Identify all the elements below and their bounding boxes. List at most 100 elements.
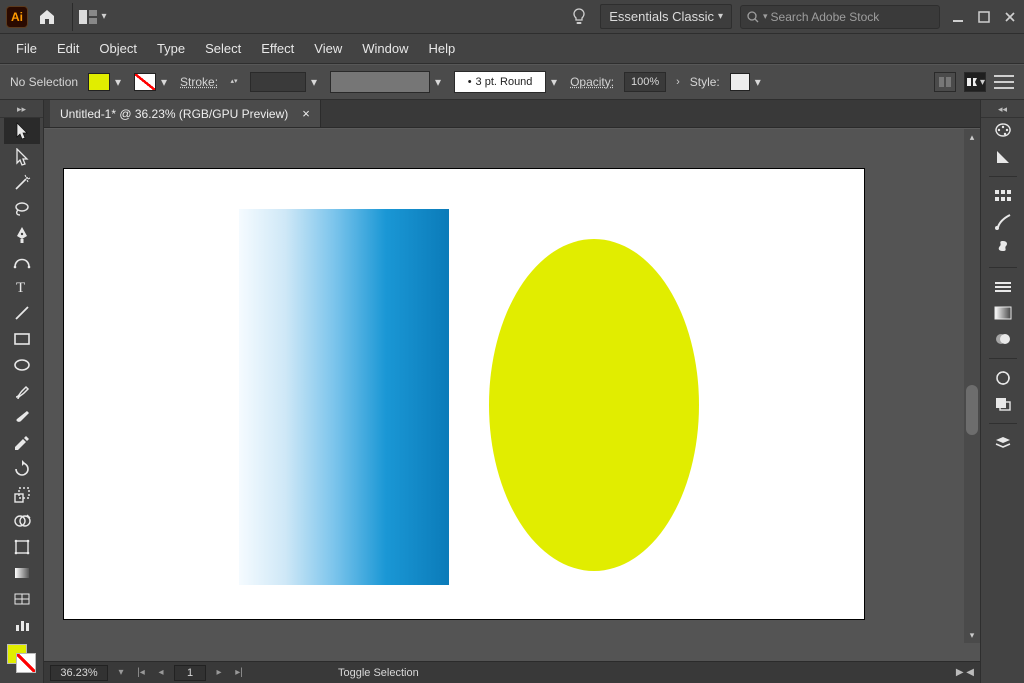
status-bar: 36.23% ▾ |◂ ◂ 1 ▸ ▸| Toggle Selection ▶ … bbox=[44, 661, 980, 683]
stroke-weight-stepper[interactable]: ▴▾ bbox=[228, 73, 240, 91]
blob-brush-tool[interactable] bbox=[4, 404, 40, 430]
scroll-thumb[interactable] bbox=[966, 385, 978, 435]
column-graph-tool[interactable] bbox=[4, 612, 40, 638]
menu-window[interactable]: Window bbox=[352, 37, 418, 60]
chevron-down-icon: ▾ bbox=[308, 75, 320, 89]
transparency-panel-button[interactable] bbox=[988, 326, 1018, 352]
brushes-panel-button[interactable] bbox=[988, 209, 1018, 235]
pen-tool[interactable] bbox=[4, 222, 40, 248]
opacity-label[interactable]: Opacity: bbox=[570, 75, 614, 89]
next-artboard-button[interactable]: ▸ bbox=[212, 667, 226, 678]
ellipse-tool[interactable] bbox=[4, 352, 40, 378]
appearance-panel-button[interactable] bbox=[988, 365, 1018, 391]
lasso-tool[interactable] bbox=[4, 196, 40, 222]
scroll-down-icon[interactable]: ▾ bbox=[964, 627, 980, 643]
fill-swatch[interactable]: ▾ bbox=[88, 73, 124, 91]
menu-help[interactable]: Help bbox=[418, 37, 465, 60]
chevron-down-icon: ▾ bbox=[101, 11, 106, 22]
menu-effect[interactable]: Effect bbox=[251, 37, 304, 60]
menu-type[interactable]: Type bbox=[147, 37, 195, 60]
artboard-number[interactable]: 1 bbox=[174, 665, 206, 681]
workspace-label: Essentials Classic bbox=[609, 9, 714, 24]
prev-artboard-button[interactable]: ◂ bbox=[154, 667, 168, 678]
fill-stroke-indicator[interactable] bbox=[4, 642, 40, 676]
curvature-tool[interactable] bbox=[4, 248, 40, 274]
menu-select[interactable]: Select bbox=[195, 37, 251, 60]
search-input[interactable]: ▾ Search Adobe Stock bbox=[740, 5, 940, 29]
chevron-down-icon: ▾ bbox=[548, 75, 560, 89]
type-tool[interactable]: T bbox=[4, 274, 40, 300]
horizontal-scroll-arrows[interactable]: ▶ ◀ bbox=[956, 667, 974, 678]
canvas[interactable]: ▴ ▾ bbox=[44, 128, 980, 661]
stroke-panel-button[interactable] bbox=[988, 274, 1018, 300]
opacity-value[interactable]: 100% bbox=[624, 72, 666, 92]
close-tab-button[interactable]: × bbox=[302, 106, 310, 121]
paintbrush-tool[interactable] bbox=[4, 378, 40, 404]
preferences-button[interactable]: ▾ bbox=[964, 72, 986, 92]
scale-tool[interactable] bbox=[4, 482, 40, 508]
rectangle-tool[interactable] bbox=[4, 326, 40, 352]
discover-button[interactable] bbox=[568, 6, 590, 28]
shape-builder-tool[interactable] bbox=[4, 508, 40, 534]
gradient-panel-button[interactable] bbox=[988, 300, 1018, 326]
stroke-swatch[interactable]: ▾ bbox=[134, 73, 170, 91]
selection-indicator: No Selection bbox=[10, 75, 78, 89]
color-panel-button[interactable] bbox=[988, 118, 1018, 144]
menu-view[interactable]: View bbox=[304, 37, 352, 60]
document-setup-button[interactable] bbox=[934, 72, 956, 92]
menu-edit[interactable]: Edit bbox=[47, 37, 89, 60]
arrange-documents-button[interactable]: ▾ bbox=[79, 6, 107, 28]
divider bbox=[72, 3, 73, 31]
document-tab[interactable]: Untitled-1* @ 36.23% (RGB/GPU Preview) × bbox=[50, 100, 321, 127]
style-swatch-icon bbox=[730, 73, 750, 91]
search-placeholder: Search Adobe Stock bbox=[771, 10, 880, 24]
rotate-tool[interactable] bbox=[4, 456, 40, 482]
scroll-up-icon[interactable]: ▴ bbox=[964, 129, 980, 145]
document-tab-title: Untitled-1* @ 36.23% (RGB/GPU Preview) bbox=[60, 107, 288, 121]
graphic-styles-panel-button[interactable] bbox=[988, 391, 1018, 417]
selection-tool[interactable] bbox=[4, 118, 40, 144]
vertical-scrollbar[interactable]: ▴ ▾ bbox=[964, 129, 980, 643]
ellipse-shape[interactable] bbox=[489, 239, 699, 571]
chevron-down-icon[interactable]: ▾ bbox=[114, 667, 128, 678]
artboard bbox=[64, 169, 864, 619]
panels-expand-button[interactable]: ◂◂ bbox=[981, 102, 1024, 118]
menu-bar: File Edit Object Type Select Effect View… bbox=[0, 34, 1024, 64]
style-label[interactable]: Style: bbox=[690, 75, 720, 89]
direct-selection-tool[interactable] bbox=[4, 144, 40, 170]
graphic-style[interactable]: ▾ bbox=[730, 73, 764, 91]
swatches-panel-button[interactable] bbox=[988, 183, 1018, 209]
opacity-more-icon[interactable]: › bbox=[676, 76, 680, 88]
magic-wand-tool[interactable] bbox=[4, 170, 40, 196]
right-panel-dock: ◂◂ bbox=[980, 100, 1024, 683]
layers-panel-button[interactable] bbox=[988, 430, 1018, 456]
line-segment-tool[interactable] bbox=[4, 300, 40, 326]
first-artboard-button[interactable]: |◂ bbox=[134, 667, 148, 678]
minimize-button[interactable] bbox=[950, 9, 966, 25]
color-guide-panel-button[interactable] bbox=[988, 144, 1018, 170]
tools-expand-button[interactable]: ▸▸ bbox=[0, 102, 43, 118]
zoom-level[interactable]: 36.23% bbox=[50, 665, 108, 681]
mesh-tool[interactable] bbox=[4, 586, 40, 612]
workspace-switcher[interactable]: Essentials Classic ▾ bbox=[600, 4, 732, 29]
variable-width-profile[interactable]: ▾ bbox=[330, 71, 444, 93]
control-bar-menu-icon[interactable] bbox=[994, 75, 1014, 89]
svg-text:T: T bbox=[16, 280, 25, 295]
gradient-tool[interactable] bbox=[4, 560, 40, 586]
fill-color-icon bbox=[88, 73, 110, 91]
close-button[interactable] bbox=[1002, 9, 1018, 25]
menu-object[interactable]: Object bbox=[89, 37, 147, 60]
control-bar: No Selection ▾ ▾ Stroke: ▴▾ ▾ ▾ •3 pt. R… bbox=[0, 64, 1024, 100]
eyedropper-tool[interactable] bbox=[4, 430, 40, 456]
free-transform-tool[interactable] bbox=[4, 534, 40, 560]
stroke-label[interactable]: Stroke: bbox=[180, 75, 218, 89]
maximize-button[interactable] bbox=[976, 9, 992, 25]
symbols-panel-button[interactable] bbox=[988, 235, 1018, 261]
stroke-weight-field[interactable]: ▾ bbox=[250, 72, 320, 92]
gradient-rectangle-shape[interactable] bbox=[239, 209, 449, 585]
last-artboard-button[interactable]: ▸| bbox=[232, 667, 246, 678]
menu-file[interactable]: File bbox=[6, 37, 47, 60]
chevron-down-icon: ▾ bbox=[158, 75, 170, 89]
brush-definition[interactable]: •3 pt. Round▾ bbox=[454, 71, 560, 93]
home-button[interactable] bbox=[34, 4, 60, 30]
